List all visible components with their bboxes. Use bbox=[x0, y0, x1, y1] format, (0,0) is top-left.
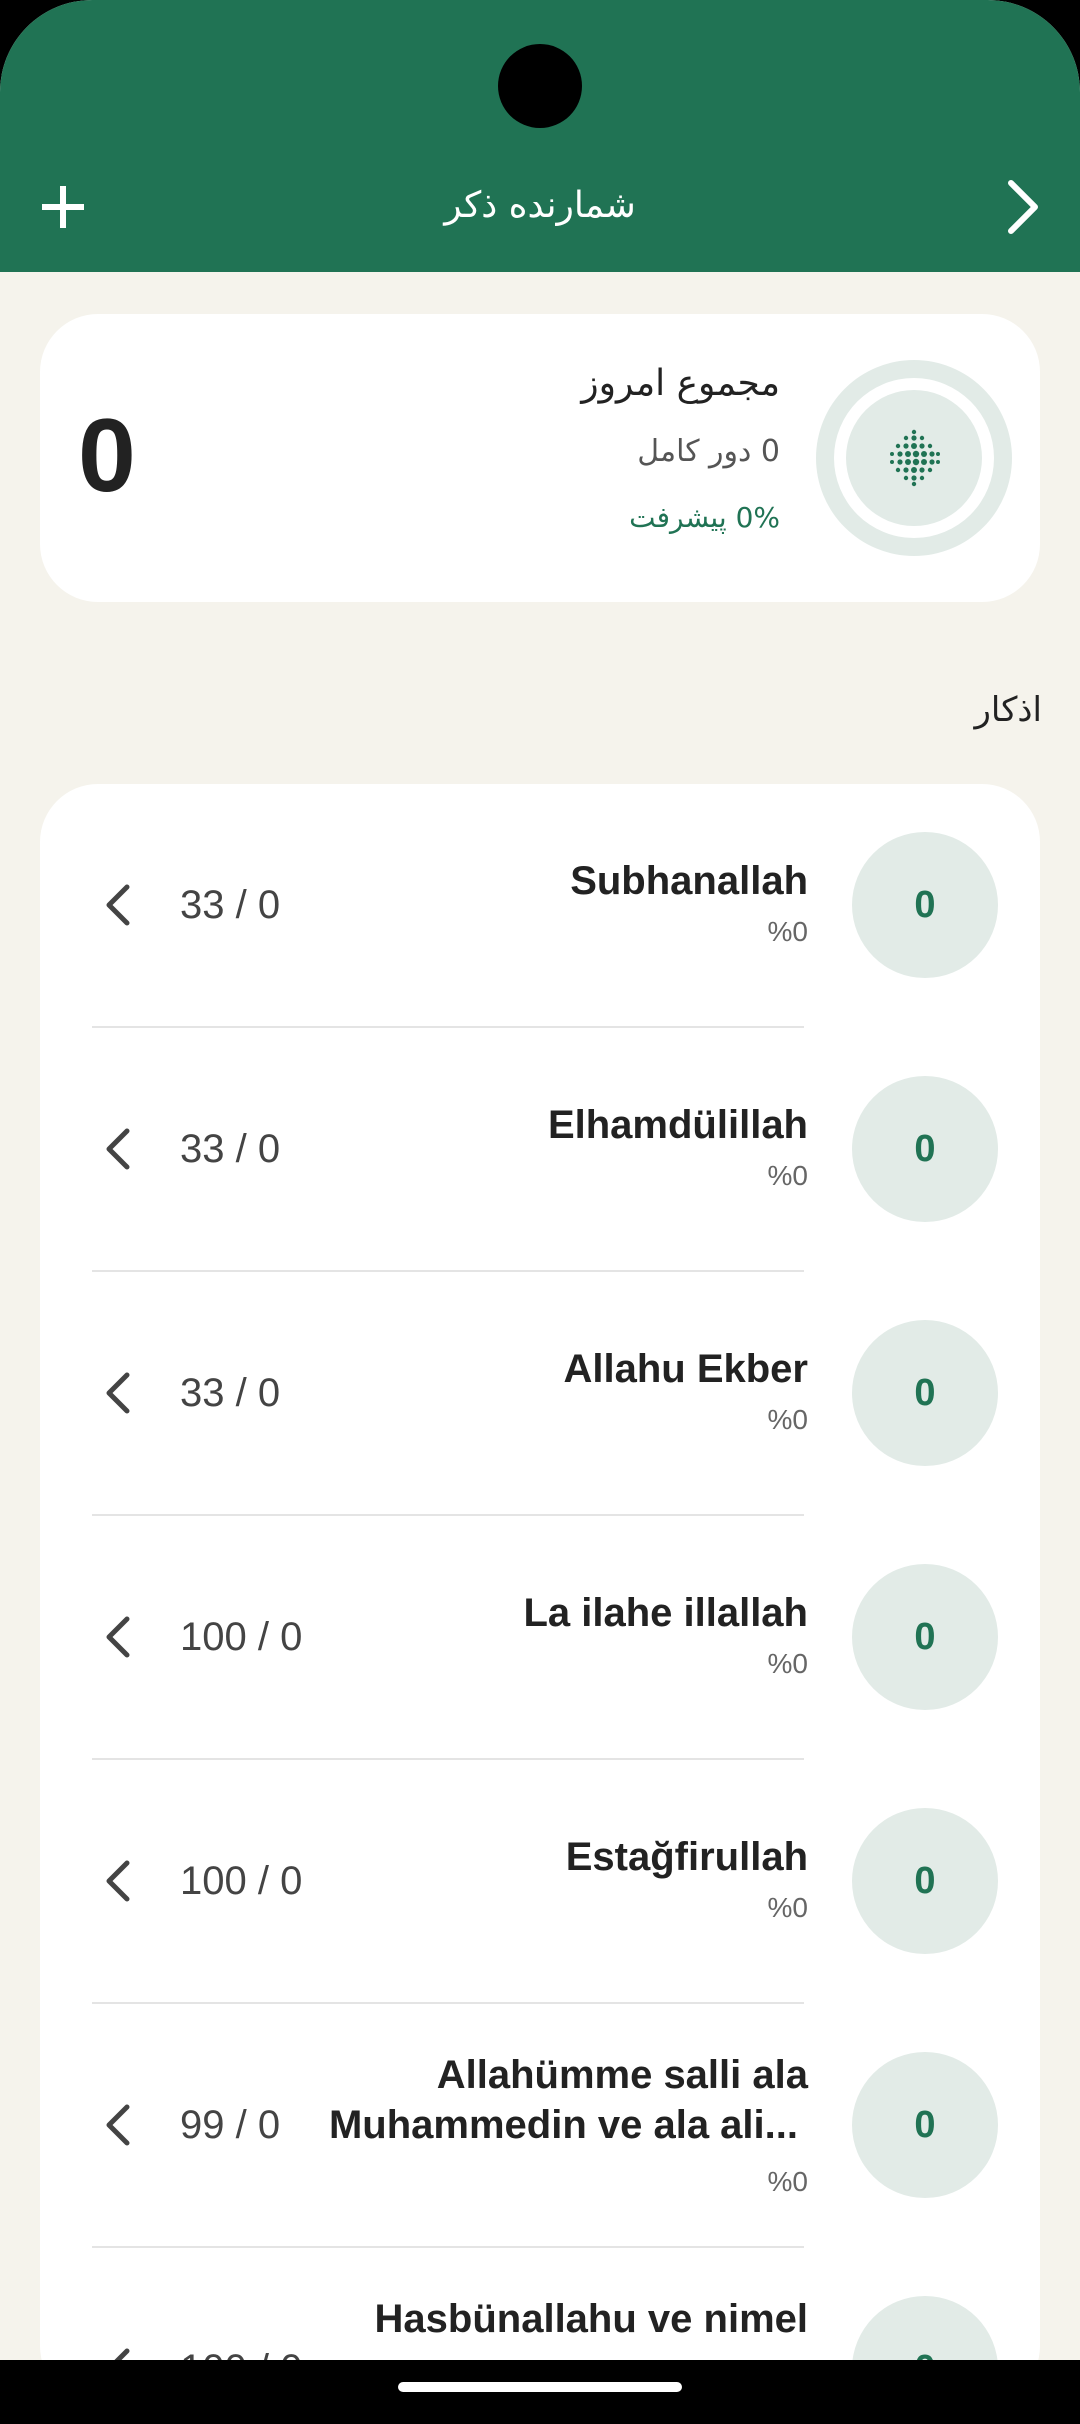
zikr-count[interactable]: 0 bbox=[852, 2296, 998, 2360]
zikr-count[interactable]: 0 bbox=[852, 1076, 998, 1222]
zikr-row-allahumme-salli[interactable]: 0 Allahümme salli ala Muhammedin ve ala … bbox=[40, 2004, 1040, 2248]
summary-title: مجموع امروز bbox=[581, 363, 780, 404]
chevron-left-icon[interactable] bbox=[96, 1856, 140, 1906]
zikr-count[interactable]: 0 bbox=[852, 1808, 998, 1954]
zikr-count[interactable]: 0 bbox=[852, 832, 998, 978]
summary-texts: مجموع امروز 0 دور کامل 0% پیشرفت bbox=[340, 360, 780, 542]
chevron-left-icon[interactable] bbox=[96, 1124, 140, 1174]
zikr-row-estagfirullah[interactable]: 0 Estağfirullah %0 100 / 0 bbox=[40, 1760, 1040, 2004]
app-bar: شمارنده ذکر bbox=[0, 0, 1080, 272]
chevron-left-icon[interactable] bbox=[96, 1368, 140, 1418]
forward-button[interactable] bbox=[990, 168, 1056, 246]
zikr-target: 100 / 0 bbox=[180, 1859, 303, 1903]
today-summary-card: 0 مجموع امروز 0 دور کامل 0% پیشرفت bbox=[40, 314, 1040, 602]
zikr-target: 33 / 0 bbox=[180, 883, 281, 927]
zikr-row-elhamdulillah[interactable]: 0 Elhamdülillah %0 33 / 0 bbox=[40, 1028, 1040, 1272]
chevron-left-icon[interactable] bbox=[96, 880, 140, 930]
section-title-azkar: اذکار bbox=[974, 690, 1042, 730]
zikr-count[interactable]: 0 bbox=[852, 1564, 998, 1710]
zikr-percent: %0 bbox=[767, 1648, 808, 1679]
camera-cutout bbox=[498, 44, 582, 128]
zikr-count[interactable]: 0 bbox=[852, 2052, 998, 2198]
zikr-percent: %0 bbox=[767, 2166, 808, 2197]
chevron-left-icon[interactable] bbox=[96, 1612, 140, 1662]
app-screen: شمارنده ذکر 0 مجموع امروز 0 دور کامل 0% … bbox=[0, 0, 1080, 2360]
chevron-left-icon[interactable] bbox=[96, 2100, 140, 2150]
system-nav-bar bbox=[0, 2360, 1080, 2424]
plus-icon bbox=[42, 186, 84, 228]
zikr-percent: %0 bbox=[767, 1404, 808, 1435]
zikr-name-line1: Allahümme salli ala bbox=[436, 2053, 808, 2097]
chevron-left-icon[interactable] bbox=[96, 2344, 140, 2360]
zikr-percent: %0 bbox=[767, 1892, 808, 1923]
today-total: 0 bbox=[78, 398, 136, 514]
page-title: شمارنده ذکر bbox=[444, 185, 636, 226]
zikr-row-la-ilahe-illallah[interactable]: 0 La ilahe illallah %0 100 / 0 bbox=[40, 1516, 1040, 1760]
zikr-target: 100 / 0 bbox=[180, 1615, 303, 1659]
zikr-target: 99 / 0 bbox=[180, 2103, 281, 2147]
zikr-percent: %0 bbox=[767, 1160, 808, 1191]
progress-ring bbox=[816, 360, 1012, 556]
zikr-count[interactable]: 0 bbox=[852, 1320, 998, 1466]
zikr-row-allahu-ekber[interactable]: 0 Allahu Ekber %0 33 / 0 bbox=[40, 1272, 1040, 1516]
zikr-percent: %0 bbox=[767, 916, 808, 947]
zikr-row-hasbunallahu[interactable]: 0 Hasbünallahu ve nimel 100 / 0 bbox=[40, 2248, 1040, 2360]
zikr-target: 100 / 0 bbox=[180, 2344, 400, 2360]
progress-text: 0% پیشرفت bbox=[629, 501, 780, 534]
add-zikr-button[interactable] bbox=[30, 168, 96, 246]
zikr-row-subhanallah[interactable]: 0 Subhanallah %0 33 / 0 bbox=[40, 784, 1040, 1028]
chevron-right-icon bbox=[1008, 180, 1038, 234]
complete-rounds: 0 دور کامل bbox=[637, 434, 780, 469]
home-indicator[interactable] bbox=[398, 2382, 682, 2392]
zikr-name: Hasbünallahu ve nimel bbox=[374, 2297, 808, 2341]
dots-sphere-icon bbox=[890, 429, 940, 487]
zikr-list: 0 Subhanallah %0 33 / 0 0 Elhamdülillah … bbox=[40, 784, 1040, 2360]
zikr-target: 33 / 0 bbox=[180, 1127, 281, 1171]
zikr-target: 33 / 0 bbox=[180, 1371, 281, 1415]
